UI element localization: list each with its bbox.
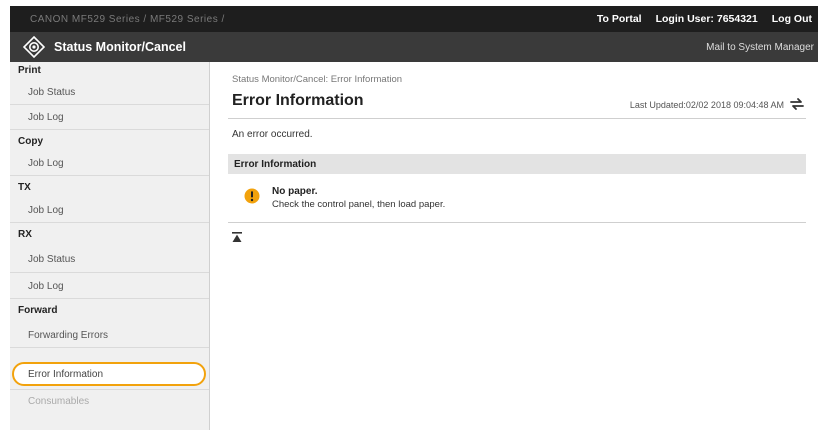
error-title: No paper.	[272, 186, 318, 197]
top-bar-links: To Portal Login User: 7654321 Log Out	[597, 13, 818, 25]
device-path: CANON MF529 Series / MF529 Series /	[30, 13, 225, 25]
sidebar-group-copy: Copy	[18, 136, 43, 147]
scroll-to-top-icon[interactable]	[232, 232, 242, 244]
sidebar-item-rx-job-status[interactable]: Job Status	[10, 254, 227, 265]
section-title: Error Information	[234, 158, 317, 170]
login-user-label: Login User: 7654321	[656, 13, 758, 25]
sidebar-item-print-job-log[interactable]: Job Log	[10, 112, 227, 123]
divider	[10, 175, 209, 176]
divider	[10, 347, 209, 348]
login-user-value: 7654321	[716, 13, 758, 25]
sidebar-item-print-job-status[interactable]: Job Status	[10, 87, 227, 98]
to-portal-link[interactable]: To Portal	[597, 13, 642, 25]
divider	[10, 222, 209, 223]
sidebar-group-forward: Forward	[18, 305, 58, 316]
warning-icon	[244, 188, 260, 204]
breadcrumb: Status Monitor/Cancel: Error Information	[232, 74, 403, 85]
mail-to-system-manager-link[interactable]: Mail to System Manager	[706, 42, 818, 53]
divider	[10, 298, 209, 299]
main-content: Status Monitor/Cancel: Error Information…	[222, 62, 818, 430]
divider	[228, 118, 806, 119]
status-monitor-logo-icon	[22, 35, 46, 59]
sidebar-item-forwarding-errors[interactable]: Forwarding Errors	[10, 330, 227, 341]
logout-link[interactable]: Log Out	[772, 13, 812, 25]
sidebar-item-copy-job-log[interactable]: Job Log	[10, 158, 227, 169]
section-header: Error Information	[228, 154, 806, 174]
divider	[10, 272, 209, 273]
status-message: An error occurred.	[232, 129, 313, 140]
divider	[10, 104, 209, 105]
divider	[10, 129, 209, 130]
sidebar-item-error-information[interactable]: Error Information	[12, 362, 206, 386]
sidebar: Print Job Status Job Log Copy Job Log TX…	[10, 62, 210, 430]
refresh-icon[interactable]	[788, 95, 806, 113]
page-title: Error Information	[232, 92, 364, 109]
sidebar-group-print: Print	[18, 65, 41, 76]
top-bar: CANON MF529 Series / MF529 Series / To P…	[10, 6, 818, 32]
sidebar-item-tx-job-log[interactable]: Job Log	[10, 205, 227, 216]
title-bar: Status Monitor/Cancel Mail to System Man…	[10, 32, 818, 62]
sidebar-group-rx: RX	[18, 229, 32, 240]
error-description: Check the control panel, then load paper…	[272, 199, 446, 210]
sidebar-item-rx-job-log[interactable]: Job Log	[10, 281, 227, 292]
last-updated-timestamp: Last Updated:02/02 2018 09:04:48 AM	[629, 100, 784, 110]
app-title: Status Monitor/Cancel	[54, 40, 186, 54]
divider	[228, 222, 806, 223]
divider	[10, 389, 209, 390]
login-user-label-text: Login User:	[655, 13, 714, 25]
sidebar-group-tx: TX	[18, 182, 31, 193]
sidebar-item-consumables[interactable]: Consumables	[10, 396, 227, 407]
